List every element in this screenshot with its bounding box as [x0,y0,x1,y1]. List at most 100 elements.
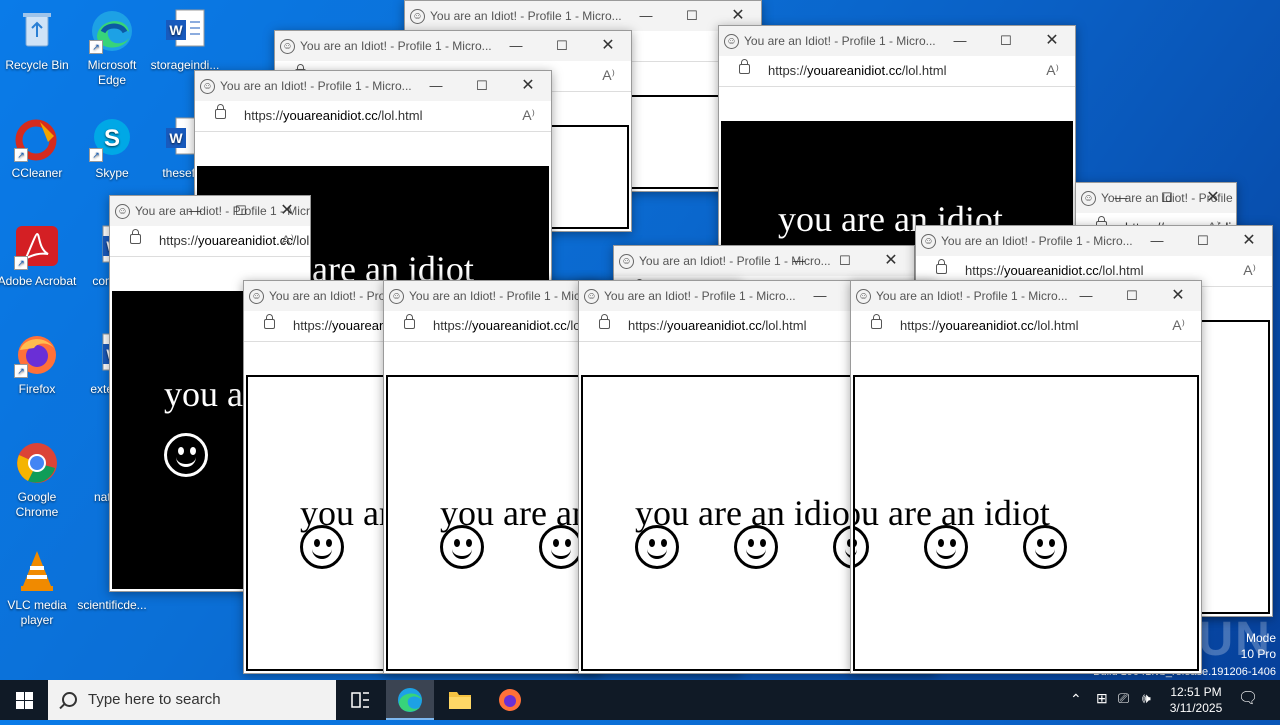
shortcut-arrow-icon: ↗ [89,40,103,54]
address-bar[interactable]: https://youareanidiot.cc/lol.html A⁾ [851,311,1201,342]
title-bar[interactable]: ☺ You are an Idiot! - Profile 1 - Micro.… [275,31,631,61]
desktop-icon-acrobat[interactable]: ↗ Adobe Acrobat [0,224,77,289]
taskbar-firefox-button[interactable] [486,680,534,720]
title-bar[interactable]: ☺ You are an Idiot! - Profile 1 - Micro.… [1076,183,1236,213]
desktop-icon-firefox[interactable]: ↗ Firefox [0,332,77,397]
browser-window[interactable]: ☺ You are an Idiot! - Profile 1 - Micro.… [850,280,1202,674]
title-bar[interactable]: ☺ You are an Idiot! - Profile 1 - Micro.… [195,71,551,101]
url-scheme: https:// [900,318,940,333]
maximize-button[interactable]: ☐ [1180,230,1226,252]
lock-icon [215,104,226,119]
svg-text:S: S [104,125,120,152]
minimize-button[interactable]: — [413,75,459,97]
notification-center-button[interactable]: 🗨 [1238,688,1258,708]
svg-text:W: W [169,130,183,146]
read-aloud-icon[interactable]: A⁾ [1243,262,1256,279]
search-icon [62,692,77,707]
lock-icon [599,314,610,329]
start-button[interactable] [0,680,48,720]
window-title: You are an Idiot! - Profile 1 - Micro... [941,234,1133,248]
address-url[interactable]: https://youareanidiot.cc/lol.html [628,318,807,333]
clock[interactable]: 12:51 PM 3/11/2025 [1166,684,1226,716]
smiley-face-icon [164,433,208,477]
read-aloud-icon[interactable]: A⁾ [522,107,535,124]
windows-edition-info: Mode 10 Pro [1241,630,1276,662]
address-bar[interactable]: https://youareanidiot.cc/lol.html A⁾ [110,226,310,257]
maximize-button[interactable]: ☐ [218,200,264,222]
shortcut-arrow-icon: ↗ [14,256,28,270]
minimize-button[interactable]: — [1098,187,1144,209]
minimize-button[interactable]: — [493,35,539,57]
close-button[interactable]: ✕ [505,75,551,97]
desktop-icon-label: Firefox [18,382,56,396]
title-bar[interactable]: ☺ You are an Idiot! - Profile 1 - Micro.… [405,1,761,31]
address-bar[interactable]: https://youareanidiot.cc/lol.html A⁾ [195,101,551,132]
read-aloud-icon[interactable]: A⁾ [602,67,615,84]
desktop-icon-skype[interactable]: S ↗ Skype [72,116,152,181]
minimize-button[interactable]: — [172,200,218,222]
smiley-face-icon [539,525,583,569]
maximize-button[interactable]: ☐ [983,30,1029,52]
window-title: You are an Idiot! - Profile 1 - Micro... [604,289,796,303]
close-button[interactable]: ✕ [1190,187,1236,209]
desktop-icon-vlc[interactable]: VLC media player [0,548,77,628]
close-button[interactable]: ✕ [868,250,914,272]
close-button[interactable]: ✕ [585,35,631,57]
address-url[interactable]: https://youareanidiot.cc/lol.html [965,263,1144,278]
minimize-button[interactable]: — [623,5,669,27]
taskbar-search-box[interactable]: Type here to search [48,680,336,720]
desktop-icon-chrome[interactable]: Google Chrome [0,440,77,520]
address-url[interactable]: https://youareanidiot.cc/lol.html [900,318,1079,333]
read-aloud-icon[interactable]: A⁾ [1172,317,1185,334]
address-bar[interactable]: https://youareanidiot.cc/lol.html A⁾ [719,56,1075,87]
minimize-button[interactable]: — [776,250,822,272]
url-domain: youareanidiot.cc [667,318,762,333]
title-bar[interactable]: ☺ You are an Idiot! - Profile 1 - Micro.… [719,26,1075,56]
network-icon[interactable]: ⊞ [1096,690,1108,707]
smiley-face-icon [924,525,968,569]
page-content: you are an idiot [853,375,1199,671]
url-domain: youareanidiot.cc [1004,263,1099,278]
smiley-favicon-icon: ☺ [280,39,295,54]
close-button[interactable]: ✕ [1226,230,1272,252]
minimize-button[interactable]: — [797,285,843,307]
maximize-button[interactable]: ☐ [459,75,505,97]
desktop-icon-edge[interactable]: ↗ Microsoft Edge [72,8,152,88]
close-button[interactable]: ✕ [1155,285,1201,307]
smiley-row [855,525,1122,574]
window-title: You are an Idiot! - Profile 1 - Micro... [744,34,936,48]
close-button[interactable]: ✕ [1029,30,1075,52]
taskbar-file-explorer-button[interactable] [436,680,484,720]
url-path: /lol.html [377,108,423,123]
desktop-icon-storageindi[interactable]: W storageindi... [145,8,225,73]
maximize-button[interactable]: ☐ [669,5,715,27]
minimize-button[interactable]: — [937,30,983,52]
address-url[interactable]: https://youareanidiot.cc/lol.html [244,108,423,123]
maximize-button[interactable]: ☐ [1109,285,1155,307]
ethernet-icon[interactable]: ⎚ [1118,690,1129,707]
title-bar[interactable]: ☺ You are an Idiot! - Profile 1 - Micro.… [916,226,1272,256]
maximize-button[interactable]: ☐ [1144,187,1190,209]
task-view-button[interactable] [336,680,384,720]
title-bar[interactable]: ☺ You are an Idiot! - Profile 1 - Micro.… [614,246,914,276]
title-bar[interactable]: ☺ You are an Idiot! - Profile 1 - Micro.… [851,281,1201,311]
maximize-button[interactable]: ☐ [539,35,585,57]
read-aloud-icon[interactable]: A⁾ [1046,62,1059,79]
volume-icon[interactable]: 🕪 [1142,690,1151,707]
taskbar-edge-button[interactable] [386,680,434,720]
minimize-button[interactable]: — [1063,285,1109,307]
desktop-icon-ccleaner[interactable]: ↗ CCleaner [0,116,77,181]
desktop-icon-recycle-bin[interactable]: Recycle Bin [0,8,77,73]
title-bar[interactable]: ☺ You are an Idiot! - Profile 1 - Micro.… [110,196,310,226]
close-button[interactable]: ✕ [264,200,310,222]
maximize-button[interactable]: ☐ [822,250,868,272]
minimize-button[interactable]: — [1134,230,1180,252]
chrome-icon [14,440,60,486]
address-url[interactable]: https://youareanidiot.cc/lol.html [768,63,947,78]
read-aloud-icon[interactable]: A⁾ [281,232,294,249]
show-hidden-icons-button[interactable]: ⌃ [1070,691,1082,708]
close-button[interactable]: ✕ [715,5,761,27]
shortcut-arrow-icon: ↗ [89,148,103,162]
window-title: You are an Idiot! - Profile 1 - Micro... [220,79,412,93]
word-document-icon: W [162,8,208,54]
